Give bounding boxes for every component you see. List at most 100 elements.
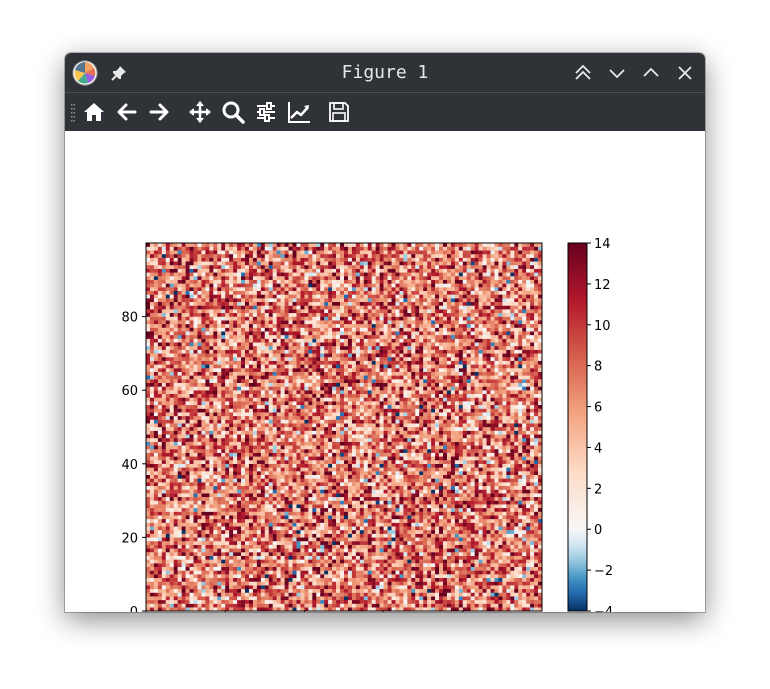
zoom-icon[interactable]: [221, 100, 245, 124]
heatmap-cell: [371, 504, 376, 509]
heatmap-cell: [423, 482, 428, 487]
configure-subplots-icon[interactable]: [254, 100, 278, 124]
forward-icon[interactable]: [147, 100, 171, 124]
heatmap-cell: [324, 438, 329, 442]
heatmap-cell: [399, 460, 404, 464]
heatmap-cell: [308, 574, 313, 579]
title-bar[interactable]: Figure 1: [65, 53, 705, 93]
heatmap-cell: [344, 441, 349, 446]
heatmap-cell: [241, 596, 246, 601]
heatmap-cell: [280, 563, 285, 567]
heatmap-cell: [165, 522, 170, 527]
heatmap-cell: [411, 599, 416, 604]
heatmap-cell: [431, 533, 436, 538]
heatmap-cell: [332, 456, 337, 461]
heatmap-cell: [169, 563, 174, 567]
heatmap-cell: [399, 504, 404, 509]
heatmap-cell: [454, 489, 459, 494]
heatmap-cell: [379, 438, 384, 442]
heatmap-cell: [340, 515, 345, 520]
heatmap-cell: [146, 570, 151, 575]
heatmap-cell: [367, 507, 372, 512]
heatmap-cell: [161, 515, 166, 520]
heatmap-cell: [359, 434, 364, 439]
heatmap-cell: [363, 548, 368, 553]
heatmap-cell: [431, 427, 436, 431]
heatmap-cell: [241, 441, 246, 446]
heatmap-cell: [336, 526, 341, 531]
heatmap-cell: [522, 555, 527, 560]
heatmap-cell: [146, 603, 151, 608]
heatmap-cell: [225, 496, 230, 501]
heatmap-cell: [514, 522, 519, 527]
edit-axes-icon[interactable]: [287, 100, 311, 124]
heatmap-cell: [423, 592, 428, 597]
heatmap-cell: [470, 519, 475, 523]
heatmap-cell: [328, 430, 333, 435]
heatmap-cell: [439, 427, 444, 431]
chart-svg[interactable]: 020406080 020406080 −4−202468101214: [65, 131, 705, 612]
heatmap-cell: [245, 588, 250, 593]
heatmap-cell: [153, 438, 159, 442]
heatmap-cell: [300, 500, 305, 505]
heatmap-cell: [260, 559, 265, 564]
heatmap-cell: [177, 500, 182, 505]
heatmap-cell: [189, 574, 194, 579]
heatmap-cell: [450, 526, 456, 531]
heatmap-cell: [328, 577, 333, 582]
heatmap-cell: [201, 592, 206, 597]
shade-up-icon[interactable]: [573, 63, 593, 83]
heatmap-cell: [165, 577, 170, 582]
heatmap-cell: [423, 522, 428, 527]
heatmap-cell: [149, 544, 155, 549]
heatmap-cell: [272, 581, 277, 586]
heatmap-cell: [229, 434, 234, 439]
back-icon[interactable]: [115, 100, 139, 124]
heatmap-cell: [149, 445, 155, 450]
heatmap-cell: [423, 445, 428, 450]
heatmap-cell: [324, 427, 329, 431]
heatmap-cell: [264, 585, 269, 590]
heatmap-cell: [189, 511, 194, 516]
heatmap-cell: [522, 474, 527, 479]
heatmap-cell: [490, 456, 495, 461]
heatmap-cell: [415, 599, 420, 604]
heatmap-cell: [391, 452, 396, 457]
heatmap-cell: [419, 500, 424, 505]
close-icon[interactable]: [675, 63, 695, 83]
toolbar-grip-handle[interactable]: [71, 104, 75, 122]
pan-icon[interactable]: [188, 100, 212, 124]
heatmap-cell: [201, 588, 206, 593]
heatmap-cell: [312, 570, 317, 575]
heatmap-cell: [419, 434, 424, 439]
heatmap-cell: [320, 552, 325, 556]
minimize-icon[interactable]: [607, 63, 627, 83]
heatmap-cell: [260, 482, 265, 487]
heatmap-cell: [419, 489, 424, 494]
heatmap-cell: [379, 430, 384, 435]
heatmap-cell: [229, 456, 234, 461]
save-icon[interactable]: [327, 100, 351, 124]
heatmap-cell: [446, 493, 452, 498]
heatmap-cell: [268, 533, 273, 538]
heatmap-cell: [292, 504, 297, 509]
heatmap-cell: [153, 445, 159, 450]
heatmap-cell: [458, 566, 463, 571]
heatmap-cell: [502, 452, 507, 457]
heatmap-cell: [470, 489, 475, 494]
home-icon[interactable]: [82, 100, 106, 124]
heatmap-cell: [209, 485, 214, 490]
heatmap-cell: [450, 581, 456, 586]
heatmap-cell: [363, 485, 368, 490]
heatmap-cell: [157, 489, 162, 494]
heatmap-cell: [367, 493, 372, 498]
heatmap-cell: [324, 585, 329, 590]
heatmap-cell: [213, 588, 218, 593]
heatmap-cell: [260, 504, 265, 509]
heatmap-cell: [340, 467, 345, 472]
heatmap-cell: [351, 522, 357, 527]
heatmap-cell: [478, 441, 483, 446]
heatmap-cell: [205, 563, 210, 567]
figure-canvas[interactable]: 020406080 020406080 −4−202468101214: [65, 131, 705, 612]
maximize-icon[interactable]: [641, 63, 661, 83]
